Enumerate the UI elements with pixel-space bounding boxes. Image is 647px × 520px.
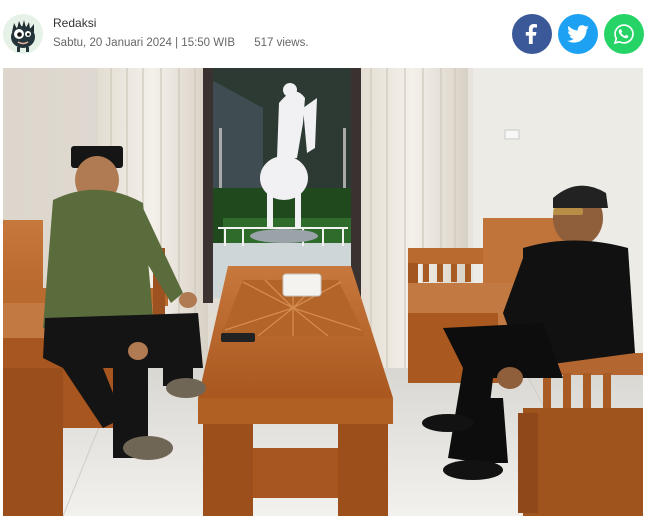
share-facebook-button[interactable] [512,14,552,54]
publish-date: Sabtu, 20 Januari 2024 | 15:50 WIB [53,37,235,49]
photo-illustration [3,68,643,516]
article-meta: Redaksi Sabtu, 20 Januari 2024 | 15:50 W… [3,12,644,58]
article-photo[interactable] [3,68,643,516]
author-avatar[interactable] [3,14,43,54]
publish-info: Sabtu, 20 Januari 2024 | 15:50 WIB 517 v… [53,37,309,49]
share-twitter-button[interactable] [558,14,598,54]
whatsapp-icon [613,24,634,45]
author-name[interactable]: Redaksi [53,16,96,30]
twitter-icon [567,25,589,43]
title-fragment [6,0,647,7]
share-whatsapp-button[interactable] [604,14,644,54]
view-count: 517 views. [254,37,309,49]
article-title-cutoff [0,0,647,8]
mascot-icon [3,14,43,54]
facebook-icon [525,24,537,44]
